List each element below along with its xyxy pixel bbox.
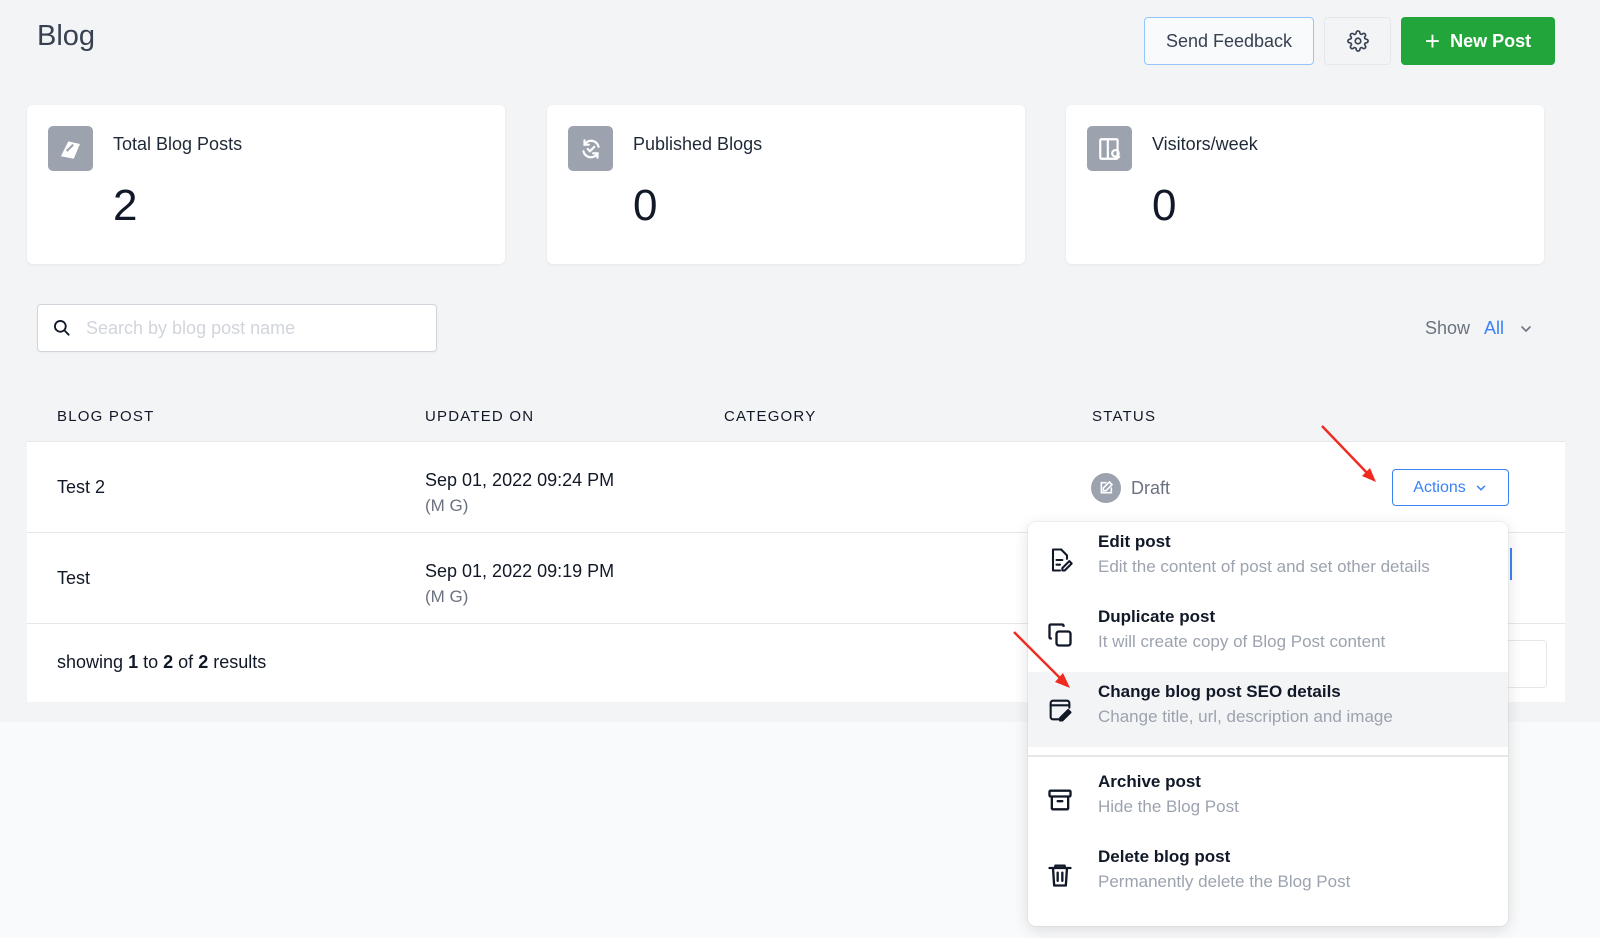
summary-to-word: to [143, 652, 159, 672]
trash-icon [1048, 864, 1072, 887]
menu-item-duplicate-post[interactable]: Duplicate post It will create copy of Bl… [1028, 597, 1508, 672]
new-post-button[interactable]: + New Post [1401, 17, 1555, 65]
summary-prefix: showing [57, 652, 124, 672]
menu-item-desc: Permanently delete the Blog Post [1098, 872, 1351, 891]
column-header: UPDATED ON [425, 408, 535, 425]
post-name: Test 2 [57, 477, 106, 497]
search-input[interactable] [86, 317, 406, 339]
summary-total: 2 [198, 652, 209, 672]
draft-edit-icon [1091, 473, 1121, 503]
visitors-icon [1087, 126, 1132, 171]
stat-card-published: Published Blogs 0 [547, 105, 1025, 264]
actions-label: Actions [1413, 478, 1466, 496]
menu-item-title: Delete blog post [1098, 847, 1231, 866]
search-box [37, 304, 437, 352]
plus-icon: + [1424, 26, 1441, 56]
stat-label: Visitors/week [1152, 134, 1258, 154]
gear-icon [1346, 30, 1369, 52]
stat-value: 0 [633, 181, 658, 230]
menu-item-desc: It will create copy of Blog Post content [1098, 632, 1386, 651]
column-header: CATEGORY [724, 408, 817, 425]
menu-item-desc: Edit the content of post and set other d… [1098, 557, 1430, 576]
updated-on: Sep 01, 2022 09:24 PM (M G) [425, 468, 614, 518]
chevron-down-icon [1476, 484, 1485, 491]
archive-icon [1048, 789, 1072, 811]
menu-item-edit-post[interactable]: Edit post Edit the content of post and s… [1028, 522, 1508, 597]
summary-to: 2 [163, 652, 174, 672]
actions-button[interactable]: Actions [1392, 469, 1509, 506]
show-value: All [1484, 318, 1505, 338]
menu-item-title: Archive post [1098, 772, 1201, 791]
new-post-label: New Post [1450, 30, 1532, 51]
stat-label: Total Blog Posts [113, 134, 243, 154]
actions-dropdown-menu: Edit post Edit the content of post and s… [1028, 522, 1508, 926]
pagination-summary: showing 1 to 2 of 2 results [57, 652, 266, 673]
published-sync-icon [568, 126, 613, 171]
column-header: STATUS [1092, 408, 1157, 425]
summary-of-word: of [178, 652, 194, 672]
column-header: BLOG POST [57, 408, 155, 425]
search-icon [54, 320, 70, 336]
menu-item-change-seo[interactable]: Change blog post SEO details Change titl… [1028, 672, 1508, 747]
post-name: Test [57, 568, 91, 588]
chevron-down-icon [1521, 325, 1531, 332]
menu-item-delete-post[interactable]: Delete blog post Permanently delete the … [1028, 837, 1508, 912]
menu-item-title: Duplicate post [1098, 607, 1216, 626]
settings-button[interactable] [1324, 17, 1391, 65]
stat-label: Published Blogs [633, 134, 763, 154]
annotation-arrow-seo [1013, 631, 1070, 688]
menu-item-title: Change blog post SEO details [1098, 682, 1341, 701]
stat-value: 2 [113, 181, 138, 230]
menu-divider [1028, 755, 1508, 757]
updated-on: Sep 01, 2022 09:19 PM (M G) [425, 559, 614, 609]
seo-edit-icon [1049, 699, 1072, 722]
menu-item-desc: Hide the Blog Post [1098, 797, 1239, 816]
status-text: Draft [1131, 477, 1171, 498]
page-title: Blog [37, 20, 96, 52]
stat-value: 0 [1152, 181, 1177, 230]
updated-date: Sep 01, 2022 09:24 PM [425, 470, 615, 490]
send-feedback-button[interactable]: Send Feedback [1144, 17, 1314, 65]
show-label: Show [1425, 318, 1471, 338]
blog-posts-icon [48, 126, 93, 171]
stat-card-total: Total Blog Posts 2 [27, 105, 505, 264]
edit-doc-icon [1051, 548, 1073, 572]
updated-by: (M G) [425, 587, 469, 606]
summary-from: 1 [128, 652, 139, 672]
updated-by: (M G) [425, 496, 469, 515]
stat-card-visitors: Visitors/week 0 [1066, 105, 1544, 264]
menu-item-archive-post[interactable]: Archive post Hide the Blog Post [1028, 762, 1508, 837]
show-filter[interactable]: Show All [1425, 318, 1534, 339]
updated-date: Sep 01, 2022 09:19 PM [425, 561, 615, 581]
menu-item-desc: Change title, url, description and image [1098, 707, 1393, 726]
menu-item-title: Edit post [1098, 532, 1171, 551]
annotation-arrow-actions [1321, 425, 1376, 482]
status-badge: Draft [1091, 473, 1170, 503]
summary-suffix: results [213, 652, 267, 672]
